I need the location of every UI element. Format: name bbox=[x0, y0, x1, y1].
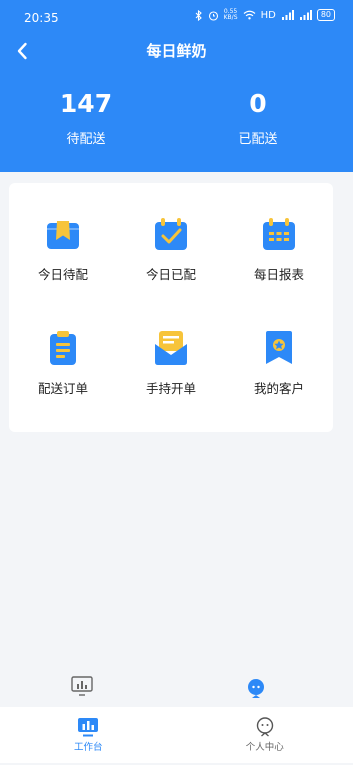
stat-value: 0 bbox=[249, 89, 267, 118]
clipboard-icon bbox=[50, 331, 76, 365]
monitor-chart-icon bbox=[71, 676, 93, 696]
menu-item-label: 今日已配 bbox=[145, 267, 196, 282]
hd-label: HD bbox=[260, 9, 276, 21]
function-grid: 今日待配 今日已配 每日报表 配送订单 手持开单 我的客户 bbox=[9, 183, 333, 432]
menu-item-today-pending[interactable]: 今日待配 bbox=[9, 216, 117, 306]
signal-icon bbox=[281, 10, 294, 20]
tab-label: 个人中心 bbox=[245, 742, 284, 753]
stat-label: 待配送 bbox=[66, 132, 106, 147]
tab-workbench[interactable]: 工作台 bbox=[0, 707, 177, 763]
bottom-tab-bar: 工作台 个人中心 bbox=[0, 707, 353, 763]
menu-item-label: 配送订单 bbox=[37, 381, 88, 396]
header-section: 20:35 0.55 KB/S HD 80 每日鲜奶 147 待配送 0 已配送 bbox=[0, 0, 353, 172]
menu-item-today-delivered[interactable]: 今日已配 bbox=[117, 216, 225, 306]
calendar-grid-icon bbox=[263, 218, 295, 250]
menu-item-delivery-orders[interactable]: 配送订单 bbox=[9, 330, 117, 420]
nav-bar: 每日鲜奶 bbox=[0, 34, 353, 68]
network-speed: 0.55 KB/S bbox=[223, 8, 238, 21]
signal-icon bbox=[299, 10, 312, 20]
menu-item-label: 我的客户 bbox=[253, 381, 304, 396]
battery-indicator: 80 bbox=[316, 9, 335, 21]
wifi-icon bbox=[243, 10, 255, 20]
status-time: 20:35 bbox=[24, 11, 59, 25]
alarm-icon bbox=[208, 10, 218, 21]
menu-item-handheld-billing[interactable]: 手持开单 bbox=[117, 330, 225, 420]
delivery-box-icon bbox=[47, 221, 79, 249]
customer-badge-icon bbox=[266, 331, 292, 364]
stat-delivered[interactable]: 0 已配送 bbox=[178, 88, 338, 147]
menu-item-label: 每日报表 bbox=[253, 267, 304, 282]
stat-pending-delivery[interactable]: 147 待配送 bbox=[6, 88, 166, 147]
menu-item-label: 今日待配 bbox=[37, 267, 88, 282]
page-title: 每日鲜奶 bbox=[146, 42, 207, 60]
status-bar: 20:35 0.55 KB/S HD 80 bbox=[0, 0, 353, 34]
tab-personal-center[interactable]: 个人中心 bbox=[177, 707, 353, 763]
person-avatar-icon bbox=[248, 679, 264, 698]
stat-label: 已配送 bbox=[238, 132, 278, 147]
menu-item-label: 手持开单 bbox=[145, 381, 196, 396]
stat-value: 147 bbox=[59, 89, 113, 118]
envelope-form-icon bbox=[155, 331, 187, 365]
menu-item-daily-report[interactable]: 每日报表 bbox=[225, 216, 333, 306]
bluetooth-icon bbox=[195, 9, 202, 21]
status-icons: 0.55 KB/S HD 80 bbox=[195, 9, 335, 21]
person-icon bbox=[256, 717, 273, 737]
calendar-check-icon bbox=[155, 218, 187, 250]
menu-item-my-customers[interactable]: 我的客户 bbox=[225, 330, 333, 420]
workbench-chart-icon bbox=[78, 718, 99, 737]
tab-label: 工作台 bbox=[73, 742, 103, 753]
